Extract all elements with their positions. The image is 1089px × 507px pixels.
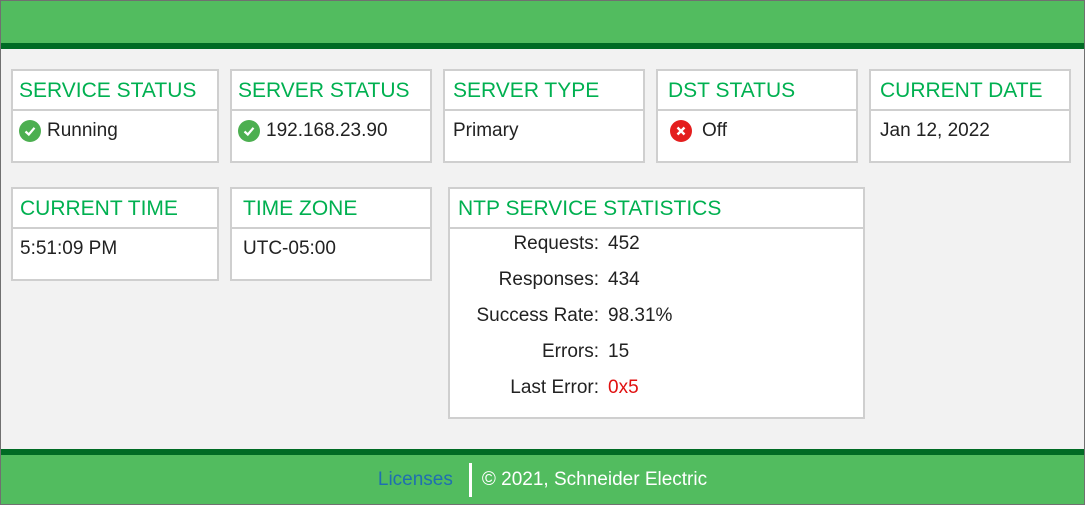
header-bar	[1, 1, 1084, 49]
time-zone-card: TIME ZONE UTC-05:00	[230, 187, 432, 281]
server-status-value: 192.168.23.90	[266, 120, 388, 141]
current-time-card: CURRENT TIME 5:51:09 PM	[11, 187, 219, 281]
stat-row-last-error: Last Error: 0x5	[450, 377, 863, 401]
card-title: DST STATUS	[658, 71, 856, 111]
footer-divider	[468, 462, 472, 497]
stat-row-success-rate: Success Rate: 98.31%	[450, 305, 863, 329]
service-status-card: SERVICE STATUS Running	[11, 69, 219, 163]
server-type-value: Primary	[453, 120, 519, 141]
check-circle-icon	[238, 120, 260, 142]
stat-value: 98.31%	[608, 305, 673, 326]
licenses-link[interactable]: Licenses	[378, 469, 453, 491]
ntp-stats-list: Requests: 452 Responses: 434 Success Rat…	[450, 229, 863, 417]
current-date-value: Jan 12, 2022	[880, 120, 990, 141]
card-title: SERVICE STATUS	[13, 71, 217, 111]
dst-status-card: DST STATUS Off	[656, 69, 858, 163]
card-title: CURRENT TIME	[13, 189, 217, 229]
stat-label: Requests:	[513, 233, 599, 254]
stat-value: 15	[608, 341, 630, 362]
copyright-text: © 2021, Schneider Electric	[481, 468, 708, 490]
footer-bar: Licenses © 2021, Schneider Electric	[1, 449, 1084, 504]
check-circle-icon	[19, 120, 41, 142]
stat-value: 434	[608, 269, 640, 290]
card-title: NTP SERVICE STATISTICS	[450, 189, 863, 229]
current-date-card: CURRENT DATE Jan 12, 2022	[869, 69, 1071, 163]
x-circle-icon	[670, 120, 692, 142]
stat-row-errors: Errors: 15	[450, 341, 863, 365]
card-title: CURRENT DATE	[871, 71, 1069, 111]
app-frame: SERVICE STATUS Running SERVER STATUS 192…	[0, 0, 1085, 505]
card-title: TIME ZONE	[232, 189, 430, 229]
server-status-card: SERVER STATUS 192.168.23.90	[230, 69, 432, 163]
server-type-card: SERVER TYPE Primary	[443, 69, 645, 163]
stat-label: Responses:	[498, 269, 599, 290]
stat-value: 452	[608, 233, 640, 254]
stat-value-error: 0x5	[608, 377, 639, 398]
stat-row-requests: Requests: 452	[450, 233, 863, 257]
stat-label: Last Error:	[510, 377, 599, 398]
stat-label: Success Rate:	[476, 305, 600, 326]
service-status-value: Running	[47, 120, 118, 141]
card-title: SERVER TYPE	[445, 71, 643, 111]
card-title: SERVER STATUS	[232, 71, 430, 111]
footer-content: Licenses © 2021, Schneider Electric	[1, 455, 1084, 504]
stat-label: Errors:	[542, 341, 599, 362]
ntp-statistics-card: NTP SERVICE STATISTICS Requests: 452 Res…	[448, 187, 865, 419]
dst-status-value: Off	[702, 120, 727, 141]
current-time-value: 5:51:09 PM	[20, 238, 118, 259]
stat-row-responses: Responses: 434	[450, 269, 863, 293]
time-zone-value: UTC-05:00	[243, 238, 336, 259]
